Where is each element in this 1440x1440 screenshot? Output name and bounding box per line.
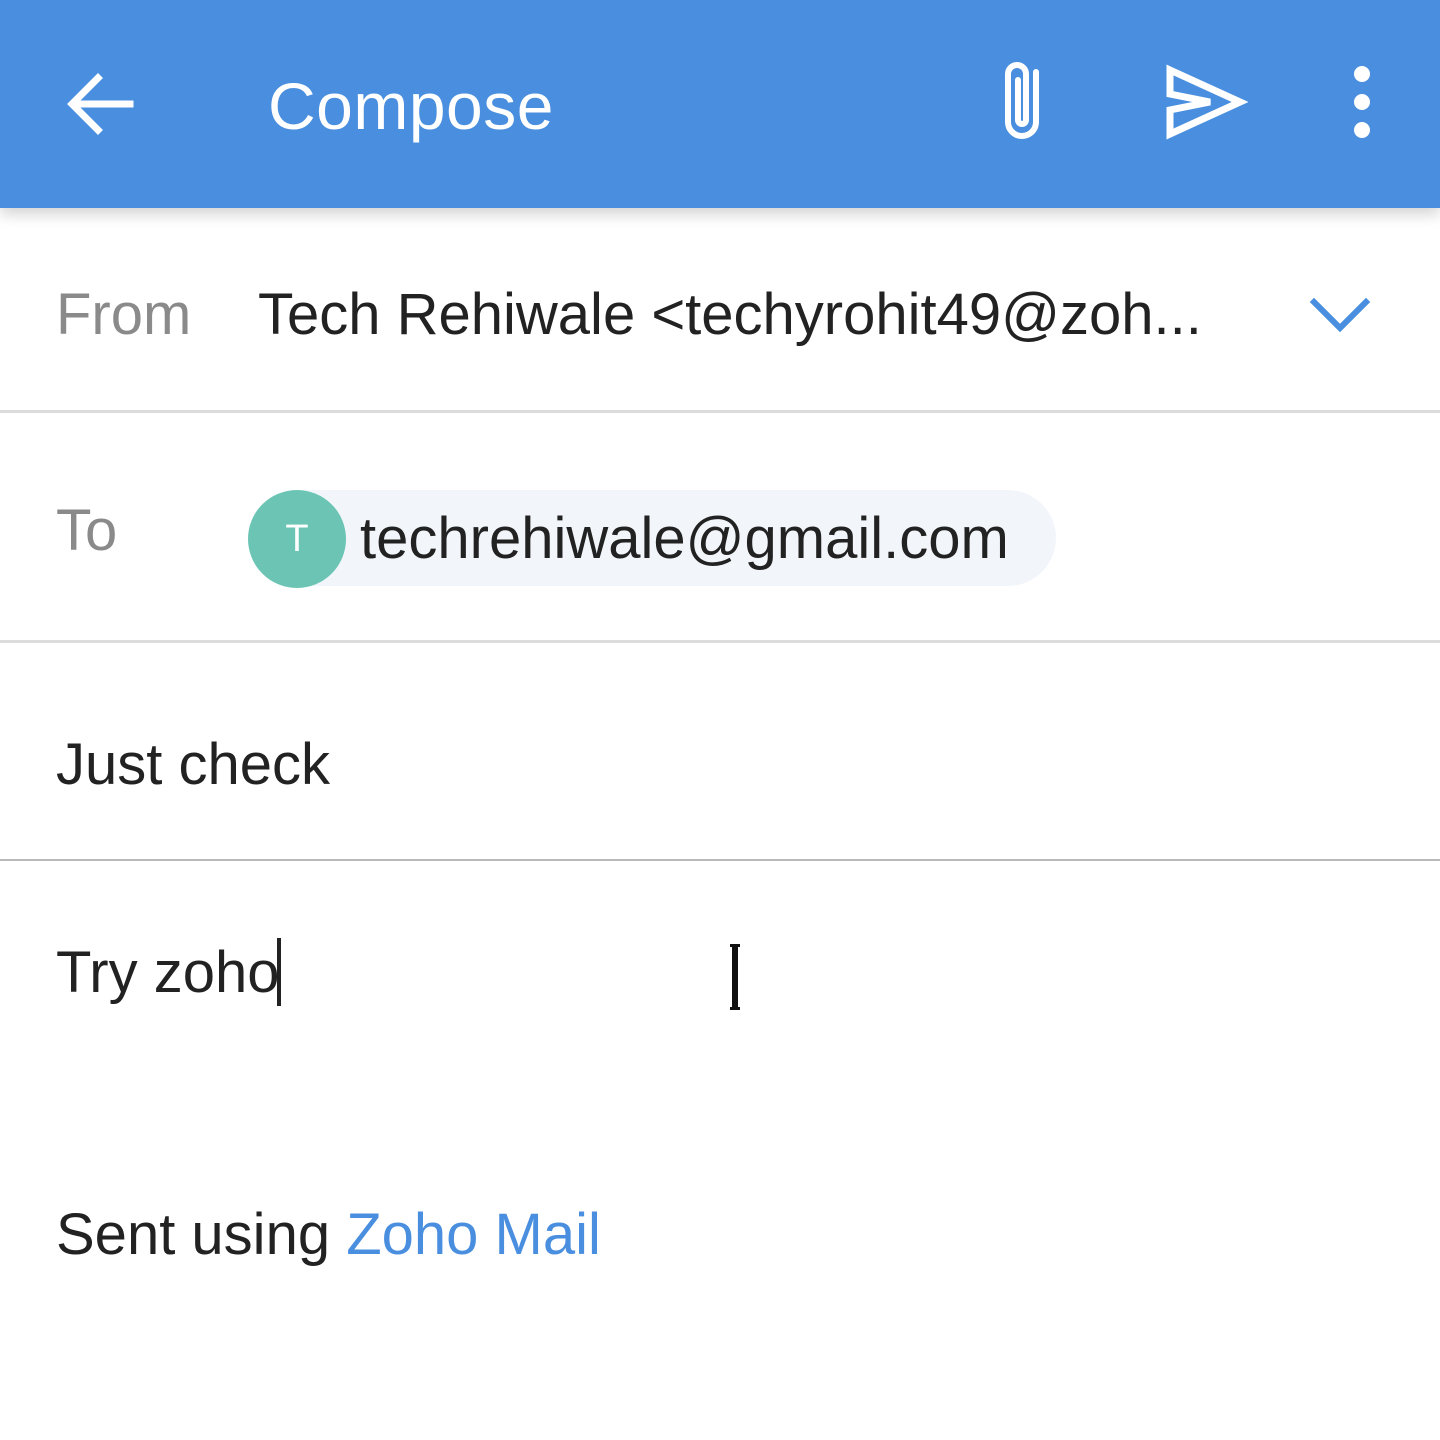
body-text-content: Try zoho: [56, 940, 280, 1005]
divider: [0, 859, 1440, 861]
divider: [0, 410, 1440, 413]
text-caret: [277, 938, 282, 1006]
to-row[interactable]: To T techrehiwale@gmail.com: [0, 414, 1440, 642]
avatar: T: [248, 490, 346, 588]
recipient-email: techrehiwale@gmail.com: [360, 506, 1009, 571]
chevron-down-icon[interactable]: [1308, 294, 1372, 338]
back-arrow-icon[interactable]: [60, 64, 140, 144]
compose-screen: Compose From Tech Rehiwale <techyrohit49…: [0, 0, 1440, 1440]
body-text[interactable]: Try zoho: [56, 938, 282, 1008]
signature: Sent using Zoho Mail: [56, 1200, 601, 1270]
to-label: To: [56, 498, 118, 563]
divider: [0, 640, 1440, 643]
text-cursor-icon: [728, 944, 742, 1010]
more-vertical-icon[interactable]: [1326, 62, 1398, 146]
from-value[interactable]: Tech Rehiwale <techyrohit49@zoh...: [258, 280, 1202, 350]
from-row[interactable]: From Tech Rehiwale <techyrohit49@zoh...: [0, 208, 1440, 412]
recipient-chip[interactable]: T techrehiwale@gmail.com: [248, 490, 1056, 588]
from-label: From: [56, 282, 192, 347]
message-body[interactable]: Try zoho Sent using Zoho Mail: [0, 862, 1440, 1440]
attachment-icon[interactable]: [984, 54, 1060, 150]
signature-prefix: Sent using: [56, 1202, 347, 1267]
top-app-bar: Compose: [0, 0, 1440, 208]
subject-row: Just check: [0, 644, 1440, 860]
zoho-mail-link[interactable]: Zoho Mail: [346, 1202, 601, 1267]
send-icon[interactable]: [1160, 60, 1248, 144]
subject-input[interactable]: Just check: [56, 730, 1386, 800]
page-title: Compose: [268, 69, 554, 143]
